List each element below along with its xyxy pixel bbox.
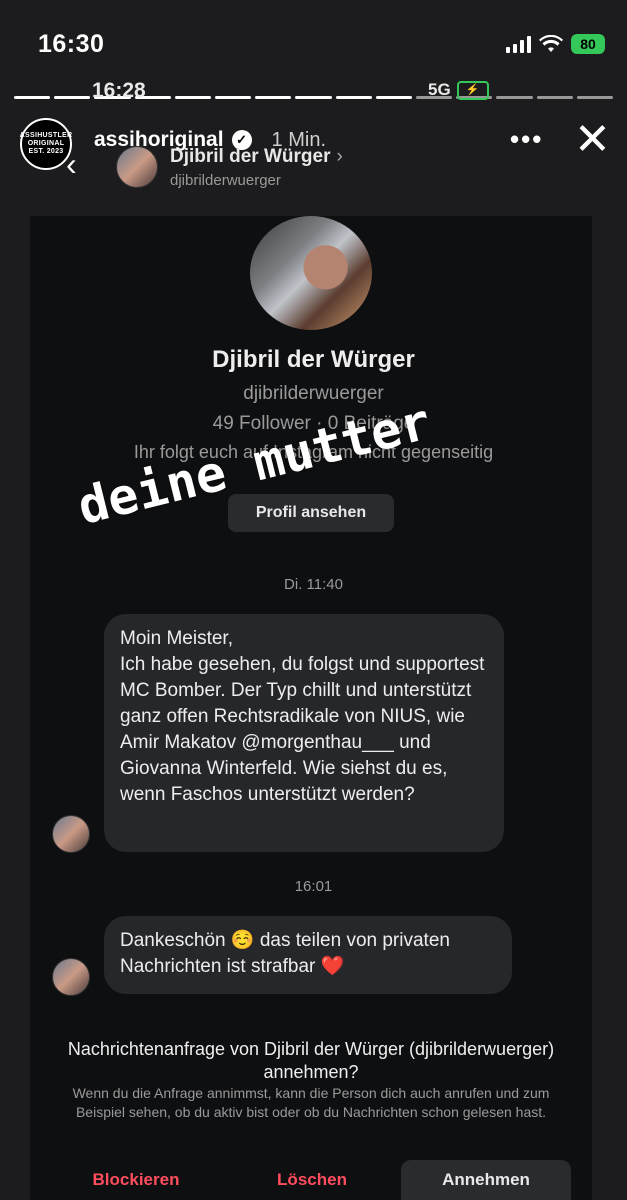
- block-button[interactable]: Blockieren: [56, 1160, 216, 1200]
- profile-name: Djibril der Würger: [212, 346, 415, 373]
- close-icon[interactable]: ✕: [574, 118, 611, 162]
- inner-network: 5G: [428, 80, 451, 99]
- message-timestamp: Di. 11:40: [284, 576, 343, 593]
- chevron-right-icon: ›: [336, 146, 343, 167]
- status-indicators: 80: [506, 34, 605, 54]
- message-line: Dankeschön ☺️ das teilen von privaten Na…: [120, 930, 450, 977]
- dm-header-handle: djibrilderwuerger: [170, 172, 281, 189]
- message-bubble[interactable]: Moin Meister, Ich habe gesehen, du folgs…: [104, 614, 504, 852]
- back-icon[interactable]: ‹: [66, 146, 77, 183]
- story-avatar[interactable]: ASSIHUSTLER ORIGINAL EST. 2023: [20, 118, 72, 170]
- delete-button[interactable]: Löschen: [232, 1160, 392, 1200]
- story-logo: ASSIHUSTLER ORIGINAL EST. 2023: [19, 132, 73, 155]
- accept-button[interactable]: Annehmen: [401, 1160, 571, 1200]
- profile-handle: djibrilderwuerger: [243, 383, 384, 404]
- view-profile-button[interactable]: Profil ansehen: [228, 494, 394, 532]
- message-line: Moin Meister,: [120, 628, 233, 649]
- status-time: 16:30: [38, 30, 105, 58]
- profile-avatar[interactable]: [250, 216, 372, 330]
- request-title: Nachrichtenanfrage von Djibril der Würge…: [67, 1039, 555, 1082]
- sender-avatar[interactable]: [52, 958, 90, 996]
- dm-header-name[interactable]: Djibril der Würger ›: [170, 146, 343, 168]
- inner-battery-icon: ⚡: [456, 80, 489, 100]
- more-icon[interactable]: •••: [510, 124, 543, 155]
- battery-icon: 80: [571, 34, 605, 54]
- message-line: Ich habe gesehen, du folgst und supporte…: [120, 654, 485, 805]
- request-info: Wenn du die Anfrage annimmst, kann die P…: [72, 1085, 550, 1120]
- message-bubble[interactable]: Dankeschön ☺️ das teilen von privaten Na…: [104, 916, 512, 994]
- dm-header-avatar[interactable]: [116, 146, 158, 188]
- sender-avatar[interactable]: [52, 815, 90, 853]
- signal-icon: [506, 35, 531, 53]
- inner-status-time: 16:28: [92, 79, 146, 102]
- message-timestamp: 16:01: [294, 878, 333, 895]
- wifi-icon: [539, 35, 563, 52]
- inner-status-indicators: 5G ⚡: [428, 80, 489, 100]
